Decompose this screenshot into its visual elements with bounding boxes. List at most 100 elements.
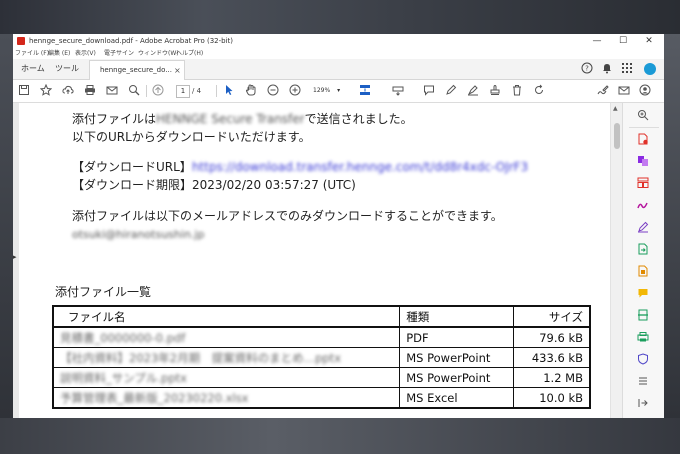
keyboard-icon[interactable] bbox=[391, 84, 405, 98]
tab-tools[interactable]: ツール bbox=[55, 59, 79, 79]
column-header-size: サイズ bbox=[513, 305, 591, 328]
page-up-icon[interactable] bbox=[151, 84, 165, 98]
request-signature-icon[interactable] bbox=[636, 199, 650, 213]
avatar[interactable] bbox=[644, 63, 656, 75]
menu-window[interactable]: ウィンドウ(W) bbox=[138, 48, 179, 59]
toolbar-divider bbox=[216, 85, 217, 97]
pen-icon[interactable] bbox=[444, 84, 458, 98]
share-user-icon[interactable] bbox=[638, 84, 652, 98]
edit-pdf-icon[interactable] bbox=[636, 265, 650, 279]
help-icon[interactable]: ? bbox=[580, 62, 594, 76]
collapse-pane-icon[interactable] bbox=[636, 397, 650, 411]
tools-divider bbox=[629, 127, 659, 128]
search-icon[interactable] bbox=[127, 84, 141, 98]
file-size: 1.2 MB bbox=[513, 367, 591, 388]
chevron-right-icon[interactable]: ▸ bbox=[13, 253, 17, 261]
highlight-icon[interactable] bbox=[466, 84, 480, 98]
organize-pages-icon[interactable] bbox=[636, 177, 650, 191]
column-header-filename: ファイル名 bbox=[52, 305, 401, 328]
file-type: MS Excel bbox=[399, 387, 515, 409]
desktop-background-left bbox=[0, 34, 13, 418]
sign-icon[interactable] bbox=[596, 84, 610, 98]
email-icon[interactable] bbox=[105, 84, 119, 98]
create-pdf-icon[interactable] bbox=[636, 133, 650, 147]
column-header-type: 種類 bbox=[399, 305, 515, 328]
recipient-email: otsuki@hiranotsushin.jp bbox=[72, 228, 205, 241]
intro-suffix: で送信されました。 bbox=[304, 112, 413, 126]
file-name: 【社内資料】2023年2月期 提案資料のまとめ…pptx bbox=[52, 347, 401, 368]
acrobat-app-icon bbox=[17, 37, 25, 45]
table-row: 見積書_0000000-0.pdf PDF 79.6 kB bbox=[52, 326, 591, 348]
page-number-input[interactable]: 1 bbox=[176, 85, 190, 98]
protect-shield-icon[interactable] bbox=[636, 353, 650, 367]
toolbar-divider bbox=[146, 85, 147, 97]
hand-tool-icon[interactable] bbox=[244, 84, 258, 98]
page-total: / 4 bbox=[192, 87, 202, 95]
combine-files-icon[interactable] bbox=[636, 155, 650, 169]
zoom-tool-icon[interactable] bbox=[636, 109, 650, 123]
zoom-level-select[interactable]: 129% ▾ bbox=[313, 85, 345, 96]
tab-bar: ホーム ツール hennge_secure_do... × ? bbox=[13, 59, 664, 80]
maximize-button[interactable]: ☐ bbox=[610, 34, 636, 48]
desktop-background-right bbox=[664, 34, 680, 418]
zoom-out-icon[interactable] bbox=[266, 84, 280, 98]
scroll-up-arrow-icon[interactable]: ▲ bbox=[613, 105, 618, 112]
share-email-icon[interactable] bbox=[617, 84, 631, 98]
email-restriction-notice: 添付ファイルは以下のメールアドレスでのみダウンロードすることができます。 bbox=[72, 209, 503, 223]
svg-text:?: ? bbox=[585, 65, 589, 73]
export-pdf-icon[interactable] bbox=[636, 243, 650, 257]
save-icon[interactable] bbox=[17, 84, 31, 98]
attachment-list-title: 添付ファイル一覧 bbox=[55, 285, 152, 299]
menu-view[interactable]: 表示(V) bbox=[75, 48, 96, 59]
file-name: 見積書_0000000-0.pdf bbox=[52, 326, 401, 348]
download-expiry-line: 【ダウンロード期限】2023/02/20 03:57:27 (UTC) bbox=[72, 177, 356, 193]
menu-edit[interactable]: 編集 (E) bbox=[48, 48, 70, 59]
file-type: MS PowerPoint bbox=[399, 347, 515, 368]
stamp-icon[interactable] bbox=[488, 84, 502, 98]
more-tools-icon[interactable] bbox=[636, 375, 650, 389]
close-window-button[interactable]: ✕ bbox=[636, 34, 662, 48]
print-icon[interactable] bbox=[83, 84, 97, 98]
intro-prefix: 添付ファイルは bbox=[72, 112, 157, 126]
comment-tool-icon[interactable] bbox=[636, 287, 650, 301]
download-url-line: 【ダウンロードURL】https://download.transfer.hen… bbox=[72, 159, 528, 175]
upload-cloud-icon[interactable] bbox=[61, 84, 75, 98]
comment-icon[interactable] bbox=[422, 84, 436, 98]
menu-bar: ファイル (F) 編集 (E) 表示(V) 電子サイン ウィンドウ(W) ヘルプ… bbox=[13, 48, 664, 59]
file-type: PDF bbox=[399, 326, 515, 348]
download-url-link[interactable]: https://download.transfer.hennge.com/t/d… bbox=[192, 160, 528, 174]
bell-icon[interactable] bbox=[600, 62, 614, 76]
menu-help[interactable]: ヘルプ(H) bbox=[176, 48, 203, 59]
download-expiry-label: 【ダウンロード期限】 bbox=[72, 178, 193, 192]
table-header-row: ファイル名 種類 サイズ bbox=[52, 305, 591, 328]
intro-line-2: 以下のURLからダウンロードいただけます。 bbox=[72, 130, 311, 144]
fit-page-icon[interactable] bbox=[358, 84, 372, 98]
tab-document[interactable]: hennge_secure_do... × bbox=[89, 60, 185, 80]
fill-sign-icon[interactable] bbox=[636, 221, 650, 235]
scrollbar-thumb[interactable] bbox=[614, 123, 620, 149]
tools-pane bbox=[622, 103, 664, 418]
minimize-button[interactable]: — bbox=[584, 34, 610, 48]
select-cursor-icon[interactable] bbox=[222, 84, 236, 98]
rotate-icon[interactable] bbox=[532, 84, 546, 98]
scan-ocr-icon[interactable] bbox=[636, 309, 650, 323]
menu-e-sign[interactable]: 電子サイン bbox=[104, 48, 134, 59]
star-icon[interactable] bbox=[39, 83, 53, 98]
tab-home[interactable]: ホーム bbox=[21, 59, 45, 79]
title-bar: hennge_secure_download.pdf - Adobe Acrob… bbox=[13, 34, 664, 48]
print-production-icon[interactable] bbox=[636, 331, 650, 345]
document-view[interactable]: ▸ 添付ファイルはHENNGE Secure Transferで送信されました。… bbox=[13, 103, 623, 418]
download-url-label: 【ダウンロードURL】 bbox=[72, 160, 192, 174]
acrobat-window: hennge_secure_download.pdf - Adobe Acrob… bbox=[13, 34, 664, 418]
download-expiry-value: 2023/02/20 03:57:27 (UTC) bbox=[192, 178, 356, 192]
close-tab-icon[interactable]: × bbox=[174, 61, 181, 80]
menu-file[interactable]: ファイル (F) bbox=[15, 48, 49, 59]
zoom-in-icon[interactable] bbox=[288, 84, 302, 98]
delete-icon[interactable] bbox=[510, 84, 524, 98]
file-size: 10.0 kB bbox=[513, 387, 591, 409]
main-toolbar: 1 / 4 129% ▾ bbox=[13, 80, 664, 103]
apps-grid-icon[interactable] bbox=[620, 62, 634, 76]
file-name: 予算管理表_最新版_20230220.xlsx bbox=[52, 387, 401, 409]
attachment-table: ファイル名 種類 サイズ 見積書_0000000-0.pdf PDF 79.6 … bbox=[52, 305, 591, 409]
left-panel-rail[interactable]: ▸ bbox=[13, 103, 19, 418]
